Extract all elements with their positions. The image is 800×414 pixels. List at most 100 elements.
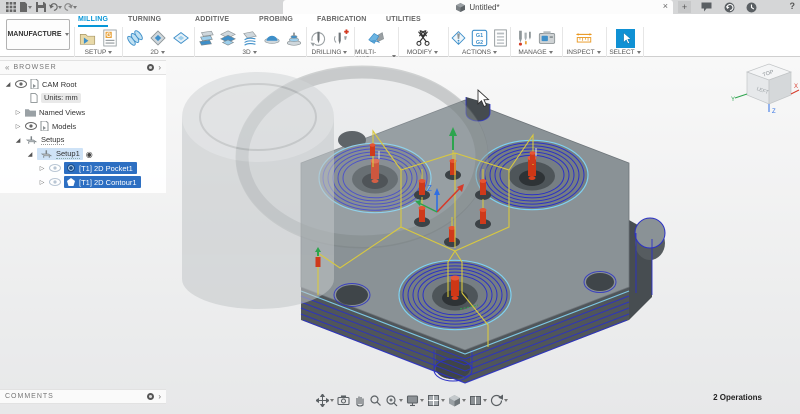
collapsed-arrow-icon[interactable]: ▷ [14, 123, 22, 130]
inspect-dropdown[interactable]: INSPECT [563, 49, 604, 56]
tree-item-setups-folder[interactable]: ◢ Setups [0, 133, 166, 147]
3d-parallel-icon[interactable] [239, 28, 260, 48]
orbit-hand-icon[interactable] [353, 394, 366, 407]
setup-icon [40, 149, 53, 159]
tree-item-units[interactable]: Units: mm [0, 91, 166, 105]
2d-face-icon[interactable] [170, 28, 192, 48]
viewcube-x-axis-label: X [794, 84, 798, 90]
visibility-eye-icon[interactable] [15, 80, 27, 88]
manage-dropdown[interactable]: MANAGE [511, 49, 560, 56]
new-setup-icon[interactable] [76, 28, 98, 48]
display-settings-icon[interactable] [406, 394, 424, 407]
tree-item-cam-root[interactable]: ◢ CAM Root [0, 77, 166, 91]
zoom-icon[interactable] [369, 394, 382, 407]
tree-item-models[interactable]: ▷ Models [0, 119, 166, 133]
tap-drill-icon[interactable] [330, 28, 352, 48]
file-menu-icon[interactable] [19, 1, 32, 13]
setup1-selection[interactable]: Setup1 [37, 148, 83, 160]
actions-dropdown[interactable]: ACTIONS [449, 49, 510, 56]
visibility-eye-dim-icon[interactable] [49, 178, 61, 186]
expanded-arrow-icon[interactable]: ◢ [26, 151, 34, 158]
visibility-eye-dim-icon[interactable] [49, 164, 61, 172]
operation-selected[interactable]: [T1] 2D Contour1 [64, 176, 141, 188]
select-dropdown[interactable]: SELECT [607, 49, 643, 56]
tree-item-contour1[interactable]: ▷ [T1] 2D Contour1 [0, 175, 166, 189]
new-tab-button[interactable]: + [678, 1, 691, 13]
3d-spiral-icon[interactable] [283, 28, 304, 48]
app-grid-icon[interactable] [4, 1, 17, 13]
measure-icon[interactable] [573, 28, 595, 48]
expanded-arrow-icon[interactable]: ◢ [4, 81, 12, 88]
panel-options-icon[interactable] [147, 64, 154, 71]
collapse-panel-icon[interactable]: « [5, 63, 9, 72]
3d-pocket-icon[interactable] [217, 28, 238, 48]
pan-icon[interactable] [316, 394, 334, 407]
2d-dropdown[interactable]: 2D [123, 49, 192, 56]
collapsed-arrow-icon[interactable]: ▷ [14, 109, 22, 116]
pocket-toolpath-2[interactable] [476, 140, 588, 209]
select-tool-icon[interactable] [615, 28, 635, 48]
collapsed-arrow-icon[interactable]: ▷ [38, 179, 46, 186]
workspace-selector-button[interactable]: MANUFACTURE [6, 19, 70, 50]
close-tab-icon[interactable]: × [663, 1, 668, 11]
drilling-dropdown[interactable]: DRILLING [307, 49, 352, 56]
comments-bubble-icon[interactable] [700, 1, 713, 13]
tab-additive[interactable]: ADDITIVE [195, 16, 229, 25]
undo-icon[interactable] [49, 1, 62, 13]
redo-icon[interactable] [64, 1, 77, 13]
3d-adaptive-icon[interactable] [195, 28, 216, 48]
viewports-icon[interactable] [469, 394, 487, 407]
active-setup-radio-icon[interactable]: ◉ [86, 150, 93, 159]
browser-title: BROWSER [13, 64, 143, 71]
2d-pocket-icon[interactable] [124, 28, 146, 48]
gcode-document-icon[interactable]: G [99, 28, 121, 48]
expand-panel-icon[interactable]: › [158, 392, 161, 401]
3d-horizontal-icon[interactable] [261, 28, 282, 48]
title-bar: Untitled* × + ? [0, 0, 800, 14]
tab-probing[interactable]: PROBING [259, 16, 293, 25]
tree-item-setup1[interactable]: ◢ Setup1 ◉ [0, 147, 166, 161]
look-at-icon[interactable] [337, 394, 350, 407]
tree-item-pocket1[interactable]: ▷ [T1] 2D Pocket1 [0, 161, 166, 175]
help-icon[interactable]: ? [790, 1, 796, 11]
setup-dropdown[interactable]: SETUP [75, 49, 122, 56]
panel-options-icon[interactable] [147, 393, 154, 400]
tab-fabrication[interactable]: FABRICATION [317, 16, 367, 25]
expand-panel-icon[interactable]: › [158, 63, 161, 72]
recent-clock-icon[interactable] [745, 1, 758, 13]
modify-dropdown[interactable]: MODIFY [399, 49, 446, 56]
post-process-icon[interactable] [449, 28, 469, 48]
job-status-icon[interactable] [723, 1, 736, 13]
tab-turning[interactable]: TURNING [128, 16, 161, 25]
group-manage: MANAGE [510, 27, 560, 57]
2d-adaptive-icon[interactable] [147, 28, 169, 48]
group-actions: G1G2 ACTIONS [448, 27, 510, 57]
tree-item-named-views[interactable]: ▷ Named Views [0, 105, 166, 119]
collapsed-arrow-icon[interactable]: ▷ [38, 165, 46, 172]
multiaxis-swarf-icon[interactable] [365, 28, 387, 48]
tab-utilities[interactable]: UTILITIES [386, 16, 421, 25]
view-cube[interactable]: TOP LEFT Y X Z [731, 64, 799, 115]
drill-icon[interactable] [307, 28, 329, 48]
tab-milling[interactable]: MILLING [78, 16, 108, 27]
orbit-mode-icon[interactable] [490, 394, 508, 407]
zoom-window-icon[interactable] [385, 394, 403, 407]
g1g2-code-icon[interactable]: G1G2 [470, 28, 490, 48]
scissors-icon[interactable] [412, 28, 434, 48]
visibility-eye-icon[interactable] [25, 122, 37, 130]
units-doc-icon [30, 93, 38, 103]
contour-operation-icon [66, 177, 76, 187]
expanded-arrow-icon[interactable]: ◢ [14, 137, 22, 144]
pocket-toolpath-3[interactable] [399, 260, 511, 329]
setup-sheet-icon[interactable] [490, 28, 510, 48]
grid-snap-icon[interactable] [427, 394, 445, 407]
machine-library-icon[interactable] [536, 28, 558, 48]
group-inspect: INSPECT [562, 27, 604, 57]
operation-selected[interactable]: [T1] 2D Pocket1 [64, 162, 137, 174]
visual-style-icon[interactable] [448, 394, 466, 407]
document-tab[interactable]: Untitled* × [283, 0, 673, 14]
document-title: Untitled* [469, 3, 499, 12]
3d-dropdown[interactable]: 3D [195, 49, 304, 56]
save-icon[interactable] [34, 1, 47, 13]
tool-library-icon[interactable] [513, 28, 535, 48]
